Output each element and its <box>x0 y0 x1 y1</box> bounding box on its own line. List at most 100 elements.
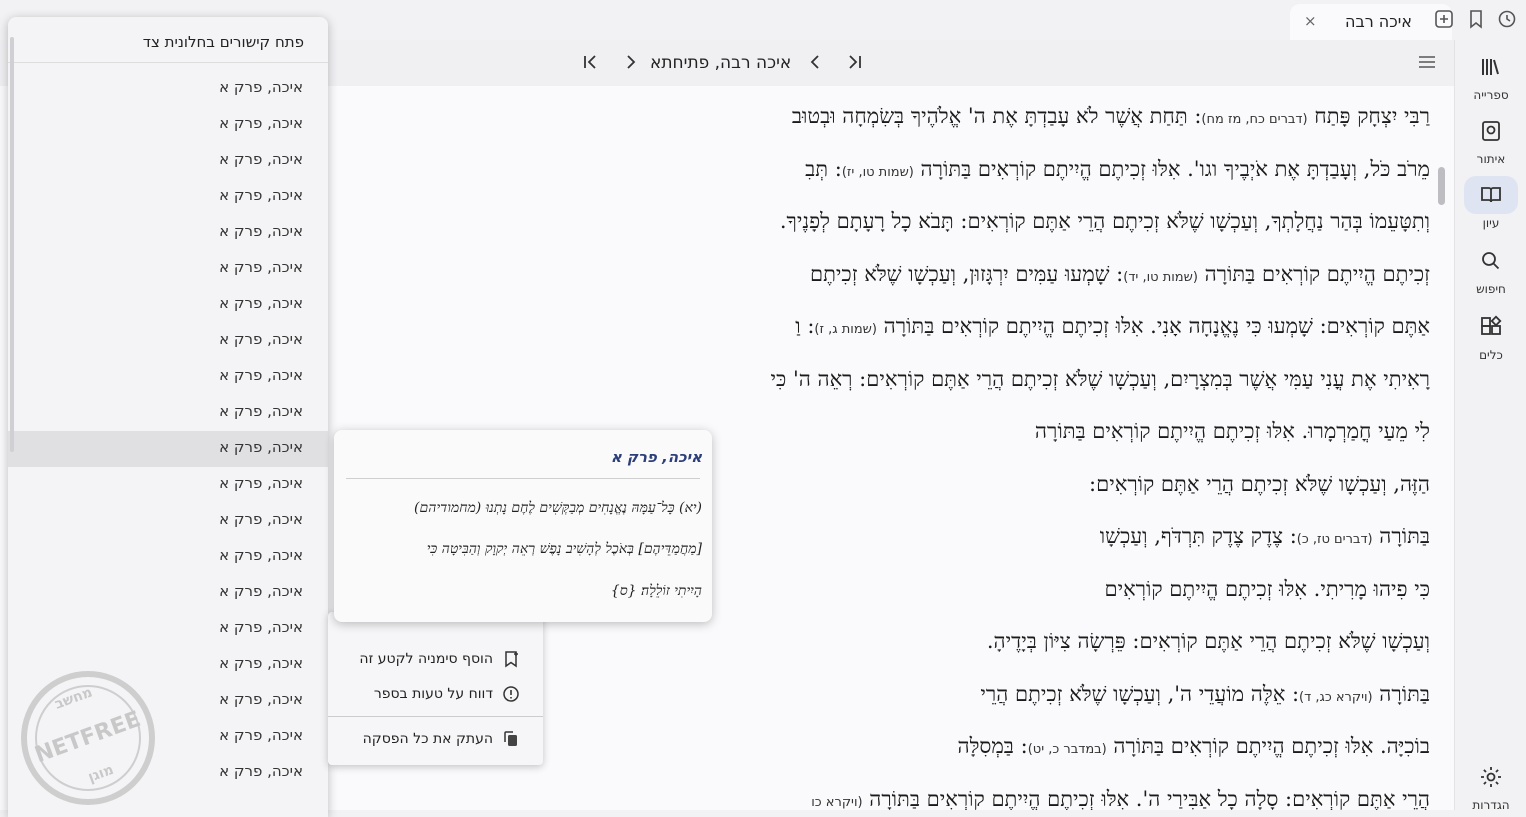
link-item-label: איכה, פרק א <box>219 150 303 168</box>
verse-reference[interactable]: (שמות טו, יז) <box>842 165 914 180</box>
text-line: רַבִּי יִצְחָק פָּתַח (דברים כח, מז מח):… <box>792 104 1430 129</box>
link-item-label: איכה, פרק א <box>219 366 303 384</box>
text-line: בוֹכִיָּה. אִלּוּ זְכִיתֶם הֱיִיתֶם קוֹר… <box>958 734 1430 759</box>
text-line: רָאִיתִי אֶת עֳנִי עַמִּי אֲשֶׁר בְּמִצְ… <box>771 367 1430 392</box>
menu-icon[interactable] <box>1417 52 1439 74</box>
link-item-label: איכה, פרק א <box>219 114 303 132</box>
text-line: וְתִטָּעֵמוֹ בְּהַר נַחֲלָתְךָ, וְעַכְשָ… <box>780 209 1430 234</box>
link-item[interactable]: איכה, פרק א <box>8 503 328 539</box>
menu-item-label: הוסף סימניה לקטע זה <box>359 651 493 667</box>
menu-item-label: דווח על טעות בספר <box>373 686 493 702</box>
text-segment: : אֵלֶּה מוֹעֲדֵי ה', וְעַכְשָׁו שֶׁלֹּא… <box>980 681 1300 706</box>
report-error-menu-item[interactable]: דווח על טעות בספר <box>328 677 543 713</box>
rail-label: חיפוש <box>1476 282 1506 296</box>
link-item[interactable]: איכה, פרק א <box>8 71 328 107</box>
preview-line: [מַחֲמַדֵּיהֶם] בְּאֹכֶל לְהָשִׁיב נָפֶש… <box>426 541 702 557</box>
info-icon <box>502 685 520 703</box>
menu-item-label: העתק את כל הפסקה <box>362 731 493 747</box>
link-item-label: איכה, פרק א <box>219 438 303 456</box>
text-segment: מֵרֹב כֹּל, וְעָבַדְתָּ אֶת אֹיְבֶיךָ וג… <box>913 156 1430 181</box>
text-segment: בוֹכִיָּה. אִלּוּ זְכִיתֶם הֱיִיתֶם קוֹר… <box>1106 734 1430 758</box>
text-scrollbar[interactable] <box>1438 167 1445 205</box>
context-menu: הוסף סימניה לקטע זה דווח על טעות בספר הע… <box>328 612 543 765</box>
links-scrollbar[interactable] <box>10 37 14 452</box>
link-item[interactable]: איכה, פרק א <box>8 215 328 251</box>
text-segment: רַבִּי יִצְחָק פָּתַח <box>1307 104 1430 128</box>
rail-settings[interactable]: הגדרות <box>1455 758 1526 812</box>
text-segment: : תַּחַת אֲשֶׁר לֹא עָבַדְתָּ אֶת ה' אֱל… <box>791 104 1202 128</box>
open-links-side-label: פתח קישורים בחלונית צד <box>142 33 304 51</box>
verse-reference[interactable]: (דברים כח, מז מח) <box>1201 112 1307 127</box>
text-segment: הֲרֵי אַתֶּם קוֹרְאִים: סָלָה כָל אַבִּי… <box>862 786 1430 811</box>
link-item-label: איכה, פרק א <box>219 186 303 204</box>
link-item[interactable]: איכה, פרק א <box>8 611 328 647</box>
link-item[interactable]: איכה, פרק א <box>8 251 328 287</box>
links-panel-header[interactable]: פתח קישורים בחלונית צד <box>8 17 328 63</box>
bookmark-icon[interactable] <box>1466 9 1488 31</box>
first-section-icon[interactable] <box>580 52 602 74</box>
prev-section-icon[interactable] <box>620 52 642 74</box>
link-item-label: איכה, פרק א <box>219 546 303 564</box>
add-bookmark-menu-item[interactable]: הוסף סימניה לקטע זה <box>328 642 543 678</box>
rail-library[interactable]: ספרייה <box>1455 48 1526 102</box>
rail-search[interactable]: חיפוש <box>1455 242 1526 296</box>
gear-icon <box>1464 758 1518 796</box>
text-segment: וְעַכְשָׁו שֶׁלֹּא זְכִיתֶם הֲרֵי אַתֶּם… <box>986 629 1430 653</box>
text-line: מֵרֹב כֹּל, וְעָבַדְתָּ אֶת אֹיְבֶיךָ וג… <box>805 157 1430 182</box>
text-line: זְכִיתֶם הֱיִיתֶם קוֹרְאִים בַּתּוֹרָה (… <box>810 262 1430 287</box>
verse-reference[interactable]: (ויקרא כג, ד) <box>1299 690 1373 705</box>
link-item[interactable]: איכה, פרק א <box>8 539 328 575</box>
close-tab-icon[interactable]: × <box>1304 12 1317 30</box>
book-open-icon <box>1464 176 1518 214</box>
text-line: כִּי פִיהוּ מָרִיתִי. אִלּוּ זְכִיתֶם הֱ… <box>1104 577 1430 602</box>
link-item-label: איכה, פרק א <box>219 654 303 672</box>
link-item[interactable]: איכה, פרק א <box>8 179 328 215</box>
link-item-label: איכה, פרק א <box>219 474 303 492</box>
link-item[interactable]: איכה, פרק א <box>8 395 328 431</box>
rail-label: ספרייה <box>1473 88 1509 102</box>
new-tab-icon[interactable] <box>1434 9 1456 31</box>
text-line: הֲרֵי אַתֶּם קוֹרְאִים: סָלָה כָל אַבִּי… <box>811 787 1430 811</box>
copy-paragraph-menu-item[interactable]: העתק את כל הפסקה <box>328 722 543 758</box>
last-section-icon[interactable] <box>845 52 867 74</box>
tools-icon <box>1464 308 1518 346</box>
rail-locate[interactable]: איתור <box>1455 112 1526 166</box>
bookmark-add-icon <box>502 650 520 668</box>
rail-label: כלים <box>1479 348 1503 362</box>
history-icon[interactable] <box>1497 9 1519 31</box>
text-segment: לִי מֵעַי חֳמַרְמָרוּ. אִלּוּ זְכִיתֶם ה… <box>1034 419 1430 443</box>
verse-reference[interactable]: (ויקרא כו <box>811 795 862 810</box>
text-segment: זְכִיתֶם הֱיִיתֶם קוֹרְאִים בַּתּוֹרָה <box>1197 261 1430 286</box>
link-item[interactable]: איכה, פרק א <box>8 359 328 395</box>
text-segment: רָאִיתִי אֶת עֳנִי עַמִּי אֲשֶׁר בְּמִצְ… <box>770 366 1430 391</box>
text-segment: כִּי פִיהוּ מָרִיתִי. אִלּוּ זְכִיתֶם הֱ… <box>1104 576 1430 601</box>
rail-study[interactable]: עיון <box>1455 176 1526 230</box>
verse-reference[interactable]: (שמות טו, יד) <box>1123 270 1198 285</box>
link-item[interactable]: איכה, פרק א <box>8 287 328 323</box>
preview-divider <box>346 478 700 479</box>
page-title: איכה רבה, פתיחתא <box>650 53 792 73</box>
watermark-text: מוגן <box>86 762 116 786</box>
locate-icon <box>1464 112 1518 150</box>
link-item[interactable]: איכה, פרק א <box>8 467 328 503</box>
link-item[interactable]: איכה, פרק א <box>8 575 328 611</box>
link-item[interactable]: איכה, פרק א <box>8 323 328 359</box>
tab-eicha-rabba[interactable]: איכה רבה × <box>1290 4 1452 40</box>
verse-reference[interactable]: (דברים טז, כ) <box>1297 532 1373 547</box>
link-item[interactable]: איכה, פרק א <box>8 143 328 179</box>
text-segment: בַּתּוֹרָה <box>1372 681 1430 706</box>
link-item[interactable]: איכה, פרק א <box>8 107 328 143</box>
rail-label: עיון <box>1482 216 1500 230</box>
rail-tools[interactable]: כלים <box>1455 308 1526 362</box>
copy-icon <box>502 730 520 748</box>
tab-title: איכה רבה <box>1344 12 1412 31</box>
link-item[interactable]: איכה, פרק א <box>8 431 328 467</box>
text-segment: הַזֶּה, וְעַכְשָׁו שֶׁלֹּא זְכִיתֶם הֲרֵ… <box>1089 471 1430 496</box>
text-segment: : צֶדֶק צֶדֶק תִּרְדֹּף, וְעַכְשָׁו <box>1099 524 1297 548</box>
verse-reference[interactable]: (במדבר כ, יט) <box>1028 742 1107 757</box>
text-segment: : תְּבִ <box>805 156 842 181</box>
preview-line: הָיִיתִי זוֹלֵלָה׃ {ס} <box>610 583 702 599</box>
next-section-icon[interactable] <box>806 52 828 74</box>
verse-reference[interactable]: (שמות ג, ז) <box>814 322 877 337</box>
link-item-label: איכה, פרק א <box>219 510 303 528</box>
